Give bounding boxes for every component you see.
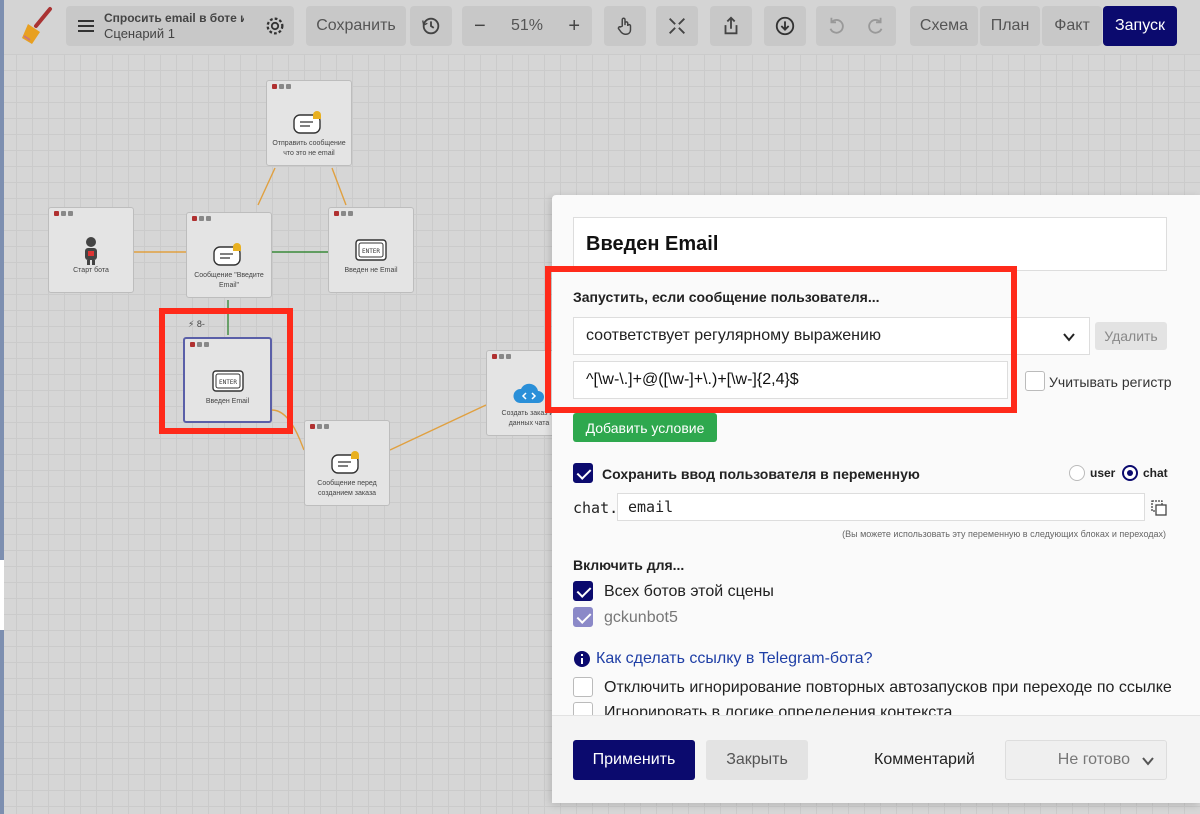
broom-logo-icon: [22, 7, 52, 44]
repeat-autostart-label: Отключить игнорирование повторных автоза…: [604, 679, 1172, 696]
gear-icon: [266, 17, 284, 35]
node-name-input[interactable]: Введен Email: [573, 217, 1167, 271]
node-label: Отправить сообщение что это не email: [272, 140, 346, 157]
svg-text:ENTER: ENTER: [362, 248, 380, 255]
launch-button[interactable]: Запуск: [1103, 6, 1177, 46]
variable-prefix: chat.: [573, 499, 619, 517]
download-circle-icon: [775, 16, 795, 36]
node-label: Введен не Email: [344, 267, 398, 274]
fit-screen-button[interactable]: [656, 6, 698, 46]
robot-icon: [85, 237, 97, 265]
save-input-checkbox[interactable]: [573, 463, 593, 483]
enable-for-label: Включить для...: [573, 557, 685, 573]
flow-node-not-email-entered[interactable]: ENTER Введен не Email: [328, 207, 414, 293]
scenario-name: Сценарий 1: [104, 26, 175, 41]
bot-title: Спросить email в боте и с: [104, 11, 244, 25]
cloud-code-icon: [513, 383, 544, 403]
hamburger-menu-icon: [78, 20, 94, 32]
zoom-control: − 51% +: [462, 6, 592, 46]
hand-pointer-icon: [617, 17, 632, 35]
node-label: Сообщение перед созданием заказа: [317, 480, 377, 497]
enter-key-icon: ENTER: [355, 239, 387, 261]
node-label: Старт бота: [73, 267, 109, 274]
tab-fact[interactable]: Факт: [1042, 6, 1102, 46]
chevron-down-icon: [1142, 757, 1154, 766]
all-bots-checkbox[interactable]: [573, 581, 593, 601]
share-button[interactable]: [710, 6, 752, 46]
node-label: Сообщение "Введите Email": [194, 272, 264, 289]
bot-name-label: gckunbot5: [604, 609, 678, 626]
variable-hint: (Вы можете использовать эту переменную в…: [842, 529, 1166, 539]
pan-tool-button[interactable]: [604, 6, 646, 46]
apply-button[interactable]: Применить: [573, 740, 695, 780]
tab-plan[interactable]: План: [980, 6, 1040, 46]
add-condition-button[interactable]: Добавить условие: [573, 413, 717, 442]
settings-button[interactable]: [255, 6, 295, 46]
case-sensitive-checkbox[interactable]: [1025, 371, 1045, 391]
left-edge-strip-light: [0, 560, 4, 630]
flow-node-enter-email-msg[interactable]: Сообщение "Введите Email": [186, 212, 272, 298]
highlight-box-node: [159, 308, 293, 434]
collapse-arrows-icon: [669, 18, 685, 34]
tab-scheme[interactable]: Схема: [910, 6, 978, 46]
scope-chat-radio[interactable]: [1122, 465, 1138, 481]
save-input-label: Сохранить ввод пользователя в переменную: [602, 466, 920, 482]
flow-node-msg-before-order[interactable]: Сообщение перед созданием заказа: [304, 420, 390, 506]
repeat-autostart-checkbox[interactable]: [573, 677, 593, 697]
comment-button[interactable]: Комментарий: [874, 751, 975, 769]
copy-icon[interactable]: [1150, 499, 1168, 517]
left-edge-strip: [0, 0, 4, 814]
bot-checkbox[interactable]: [573, 607, 593, 627]
history-button[interactable]: [410, 6, 452, 46]
status-value: Не готово: [1057, 751, 1130, 768]
zoom-level: 51%: [510, 17, 544, 34]
flow-node-send-not-email[interactable]: Отправить сообщение что это не email: [266, 80, 352, 166]
undo-redo-group: [816, 6, 896, 46]
all-bots-label: Всех ботов этой сцены: [604, 583, 774, 600]
download-button[interactable]: [764, 6, 806, 46]
telegram-link-help[interactable]: Как сделать ссылку в Telegram-бота?: [596, 650, 873, 668]
zoom-out-button[interactable]: −: [474, 15, 486, 38]
close-button[interactable]: Закрыть: [706, 740, 808, 780]
case-sensitive-label: Учитывать регистр: [1049, 374, 1172, 390]
status-select[interactable]: Не готово: [1005, 740, 1167, 780]
chat-bell-icon: [331, 451, 359, 474]
undo-icon[interactable]: [825, 15, 847, 37]
save-button[interactable]: Сохранить: [306, 6, 406, 46]
redo-icon[interactable]: [865, 15, 887, 37]
toolbar: Спросить email в боте и с Сценарий 1 Сох…: [0, 0, 1200, 54]
highlight-box-condition: [545, 266, 1017, 413]
chevron-down-icon: [1063, 333, 1075, 342]
scope-user-radio[interactable]: [1069, 465, 1085, 481]
scope-chat-label: chat: [1143, 466, 1168, 480]
variable-name-input[interactable]: email: [617, 493, 1145, 521]
flow-node-bot-start[interactable]: Старт бота: [48, 207, 134, 293]
delete-condition-button[interactable]: Удалить: [1095, 322, 1167, 350]
chat-bell-icon: [213, 243, 241, 266]
scope-user-label: user: [1090, 466, 1116, 480]
history-clock-icon: [422, 17, 440, 35]
info-icon: [574, 651, 590, 667]
chat-bell-icon: [293, 111, 321, 134]
zoom-in-button[interactable]: +: [568, 15, 580, 38]
share-upload-icon: [724, 16, 738, 35]
